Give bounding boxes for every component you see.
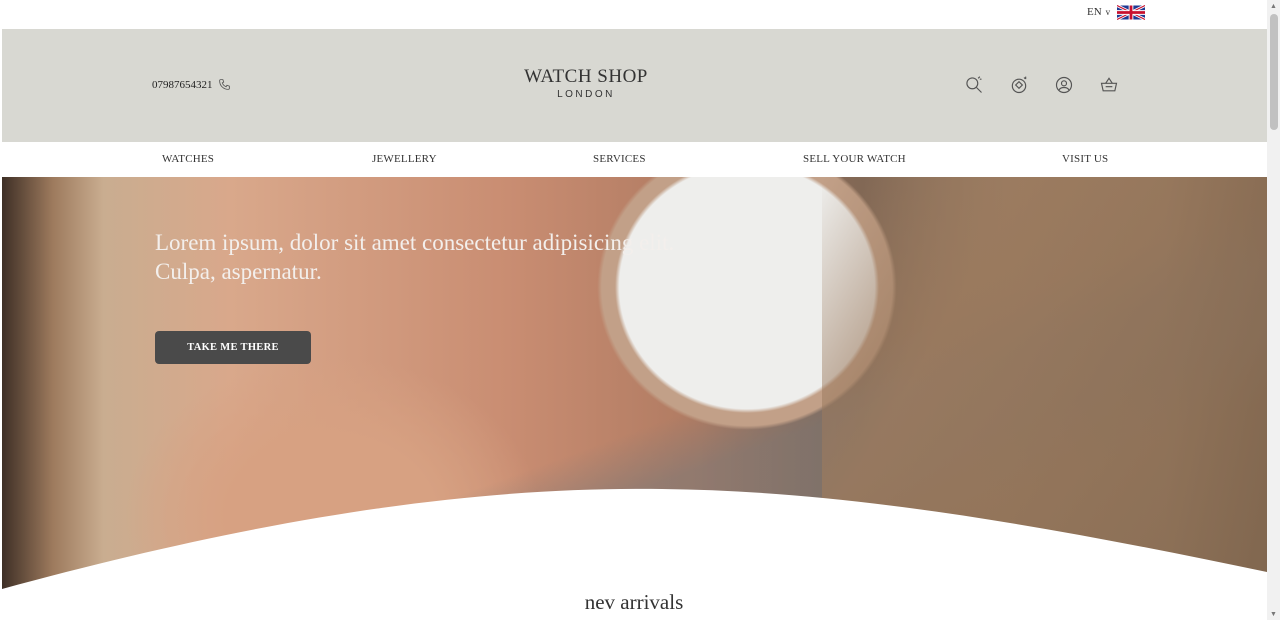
- chevron-down-icon: v: [1105, 7, 1111, 17]
- scroll-thumb[interactable]: [1270, 14, 1278, 130]
- hero-curve-divider: [2, 488, 1267, 597]
- account-icon[interactable]: [1054, 75, 1074, 95]
- nav-item-services[interactable]: SERVICES: [593, 153, 646, 165]
- hero-headline: Lorem ipsum, dolor sit amet consectetur …: [155, 230, 675, 284]
- site-header: 07987654321 WATCH SHOP LONDON: [2, 29, 1267, 142]
- section-title: nev arrivals: [584, 590, 684, 614]
- main-nav: WATCHES JEWELLERY SERVICES SELL YOUR WAT…: [2, 142, 1267, 177]
- nav-item-visit-us[interactable]: VISIT US: [1062, 153, 1108, 165]
- language-code: EN: [1087, 6, 1102, 18]
- page-scrollbar[interactable]: ▲ ▼: [1267, 0, 1280, 620]
- header-icons: [964, 75, 1119, 95]
- nav-item-jewellery[interactable]: JEWELLERY: [372, 153, 437, 165]
- basket-icon[interactable]: [1099, 75, 1119, 95]
- diamond-ring-icon[interactable]: [1009, 75, 1029, 95]
- scroll-down-icon[interactable]: ▼: [1270, 610, 1277, 618]
- hero-banner: Lorem ipsum, dolor sit amet consectetur …: [2, 177, 1267, 597]
- nav-item-watches[interactable]: WATCHES: [162, 153, 214, 165]
- search-icon[interactable]: [964, 75, 984, 95]
- language-bar: EN v: [0, 0, 1268, 29]
- uk-flag-icon[interactable]: [1117, 5, 1145, 20]
- language-selector[interactable]: EN v: [1087, 6, 1110, 18]
- scroll-up-icon[interactable]: ▲: [1270, 2, 1277, 10]
- nav-item-sell-your-watch[interactable]: SELL YOUR WATCH: [803, 153, 906, 165]
- take-me-there-button[interactable]: TAKE ME THERE: [155, 331, 311, 364]
